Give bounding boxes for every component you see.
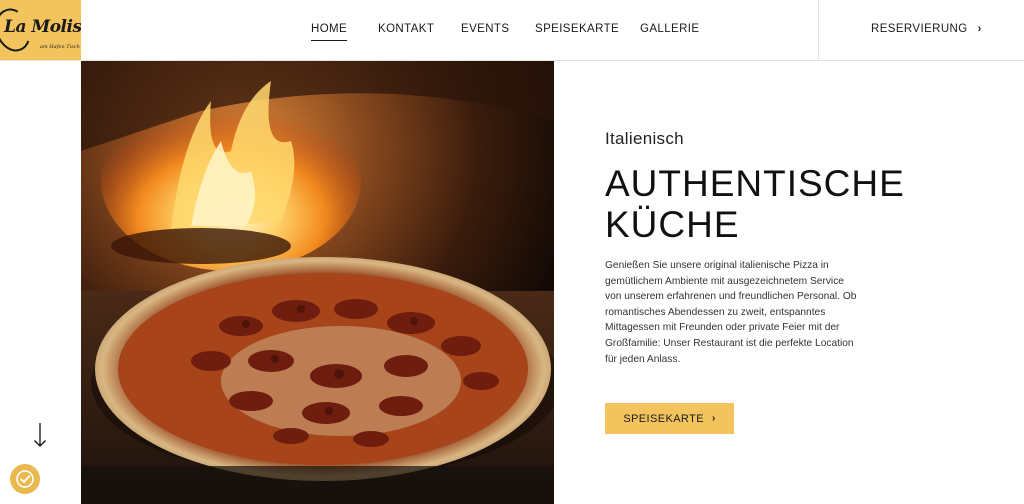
hero-headline: AUTHENTISCHE KÜCHE — [605, 163, 905, 245]
site-header: La Molisana am Hafen Tisch HOME KONTAKT … — [0, 0, 1024, 61]
hero-kicker: Italienisch — [605, 129, 684, 148]
hero-headline-line1: AUTHENTISCHE — [605, 163, 905, 204]
accessibility-icon — [16, 470, 34, 488]
pizza-oven-illustration — [81, 61, 554, 504]
nav-item-kontakt[interactable]: KONTAKT — [378, 23, 434, 35]
header-divider — [818, 0, 819, 60]
chevron-right-icon: › — [977, 23, 982, 35]
menu-cta-label: SPEISEKARTE — [623, 412, 704, 425]
reservation-label: RESERVIERUNG — [871, 23, 968, 35]
nav-item-gallerie[interactable]: GALLERIE — [640, 23, 699, 35]
reservation-link[interactable]: RESERVIERUNG › — [871, 23, 982, 35]
nav-item-home[interactable]: HOME — [311, 23, 348, 41]
nav-item-events[interactable]: EVENTS — [461, 23, 509, 35]
arrow-down-icon[interactable] — [33, 422, 47, 448]
nav-item-speisekarte[interactable]: SPEISEKARTE — [535, 23, 619, 35]
logo-tagline: am Hafen Tisch — [40, 44, 80, 50]
hero-pizza-image — [81, 61, 554, 504]
logo-wordmark: La Molisana — [4, 17, 81, 37]
brand-logo[interactable]: La Molisana am Hafen Tisch — [0, 0, 81, 60]
accessibility-button[interactable] — [10, 464, 40, 494]
hero-description: Genießen Sie unsere original italienisch… — [605, 260, 857, 365]
hero-headline-line2: KÜCHE — [605, 204, 740, 245]
menu-cta-button[interactable]: SPEISEKARTE › — [605, 403, 734, 434]
chevron-right-icon: › — [711, 413, 716, 424]
